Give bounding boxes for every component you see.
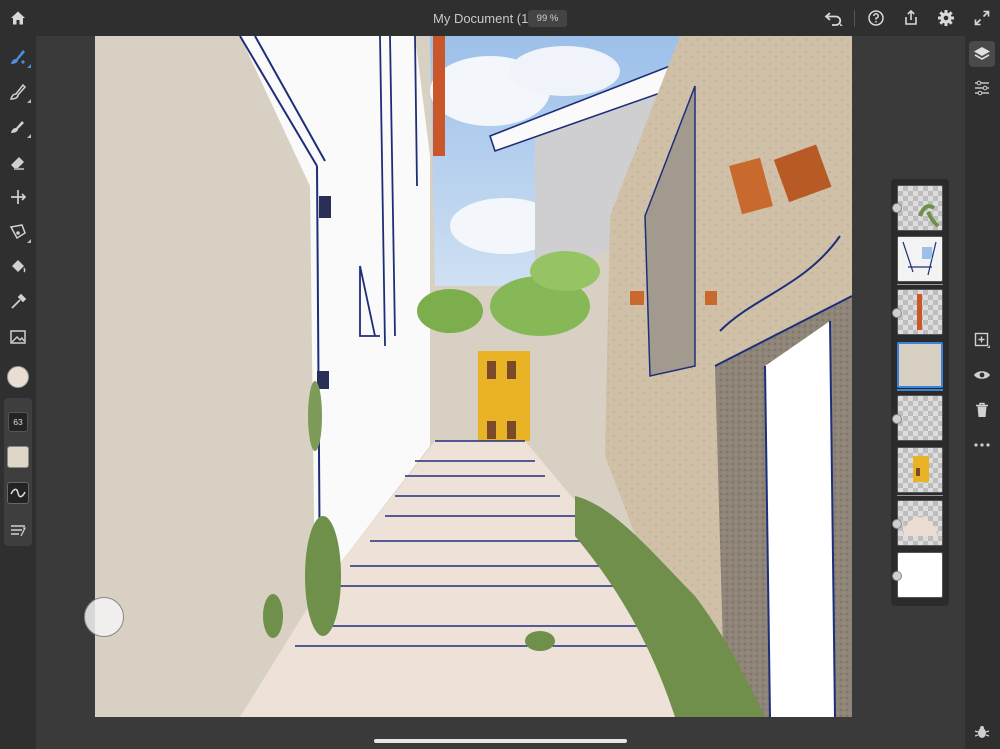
layers-panel [891,179,949,606]
pixel-brush-tool-icon[interactable] [6,80,31,104]
help-icon[interactable] [864,6,888,30]
layer-visibility-dot[interactable] [892,414,902,424]
home-icon[interactable] [6,6,30,30]
divider [854,10,855,27]
eyedropper-icon[interactable] [6,290,30,314]
layer-thumbnail[interactable] [897,395,943,441]
current-color-swatch[interactable] [7,366,29,388]
layer-thumbnail[interactable] [897,500,943,546]
layers-icon[interactable] [969,41,995,67]
layer-thumbnail[interactable] [897,447,943,493]
layer-visibility-dot[interactable] [892,571,902,581]
settings-icon[interactable] [934,6,958,30]
delete-icon[interactable] [969,397,995,423]
layer-thumbnail[interactable] [897,236,943,282]
add-layer-icon[interactable] [969,327,995,353]
doorway [765,321,835,717]
zoom-level[interactable]: 99 % [528,10,567,27]
document-title[interactable]: My Document (1) [433,11,533,26]
left-toolbar [0,36,36,749]
more-icon[interactable] [969,432,995,458]
brush-size-badge[interactable]: 63 [8,412,28,432]
artwork [95,36,852,717]
bug-icon[interactable] [969,719,995,745]
brush-opacity-swatch[interactable] [7,446,29,468]
yellow-house [478,351,530,441]
undo-icon[interactable] [822,6,846,30]
right-toolbar [965,36,1000,749]
brush-flow-icon[interactable] [7,482,29,504]
lasso-selection-icon[interactable] [6,220,31,244]
brush-settings-icon[interactable] [6,518,30,542]
brush-cursor [84,597,124,637]
left-roof-edge [433,36,445,156]
fill-bucket-icon[interactable] [6,255,30,279]
transform-tool-icon[interactable] [6,185,30,209]
top-bar: My Document (1) 99 % [0,0,1000,36]
home-indicator [374,739,627,743]
layer-visibility-dot[interactable] [892,203,902,213]
share-icon[interactable] [899,6,923,30]
eraser-icon[interactable] [6,150,30,174]
layer-thumbnail[interactable] [897,289,943,335]
fullscreen-icon[interactable] [970,6,994,30]
properties-icon[interactable] [969,75,995,101]
layer-thumbnail-selected[interactable] [897,342,943,388]
fill-brush-tool-icon[interactable] [6,115,31,139]
layer-thumbnail-background[interactable] [897,552,943,598]
layer-thumbnail[interactable] [897,185,943,231]
image-icon[interactable] [6,325,30,349]
visibility-icon[interactable] [969,362,995,388]
layer-visibility-dot[interactable] [892,519,902,529]
drawing-canvas[interactable] [95,36,852,717]
tree [417,289,483,333]
paint-brush-tool-icon[interactable] [6,45,31,69]
cloud [510,46,620,96]
layer-visibility-dot[interactable] [892,308,902,318]
